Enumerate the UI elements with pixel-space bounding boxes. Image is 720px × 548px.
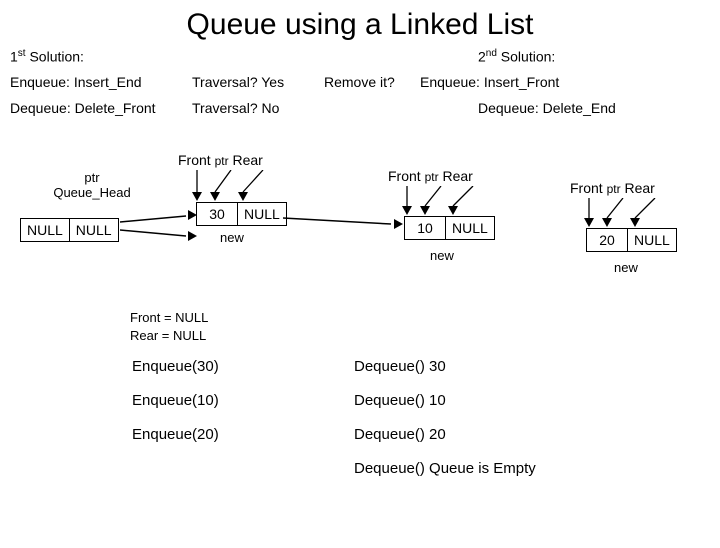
arrow-bottom xyxy=(120,226,196,244)
traversal-2: Traversal? No xyxy=(192,100,279,116)
dequeue-call-10: Dequeue() 10 xyxy=(354,392,446,409)
new-label-2: new xyxy=(430,248,454,263)
node-30: 30 NULL xyxy=(196,202,287,226)
arrowhead-ptr-1 xyxy=(210,192,220,201)
arrowhead-ptr-3 xyxy=(602,218,612,227)
pointer-lines-1 xyxy=(193,170,273,200)
queue-head-label: ptr Queue_Head xyxy=(42,170,142,200)
arrowhead-rear-1 xyxy=(238,192,248,201)
dequeue-call-20: Dequeue() 20 xyxy=(354,426,446,443)
node-30-val: 30 xyxy=(197,203,238,225)
dequeue-call-empty: Dequeue() Queue is Empty xyxy=(354,460,536,477)
dequeue-2: Dequeue: Delete_End xyxy=(478,100,616,116)
node-10-val: 10 xyxy=(405,217,446,239)
arrow-30-to-10 xyxy=(283,210,401,226)
dequeue-call-30: Dequeue() 30 xyxy=(354,358,446,375)
queue-head-rear-cell: NULL xyxy=(70,219,118,241)
queue-head-front-cell: NULL xyxy=(21,219,70,241)
solution-2-label: 2nd Solution: xyxy=(478,48,555,65)
arrowhead-ptr-2 xyxy=(420,206,430,215)
front-ptr-rear-2: Front ptr Rear xyxy=(388,168,473,184)
traversal-1: Traversal? Yes xyxy=(192,74,284,90)
arrowhead-bottom xyxy=(188,231,197,241)
arrowhead-rear-3 xyxy=(630,218,640,227)
enqueue-call-10: Enqueue(10) xyxy=(132,392,219,409)
solution-1-label: 1st Solution: xyxy=(10,48,84,65)
node-30-next: NULL xyxy=(238,203,286,225)
queue-head-node: NULL NULL xyxy=(20,218,119,242)
remove-it: Remove it? xyxy=(324,74,395,90)
enqueue-call-30: Enqueue(30) xyxy=(132,358,219,375)
enqueue-2: Enqueue: Insert_Front xyxy=(420,74,559,90)
arrowhead-front-3 xyxy=(584,218,594,227)
init-rear: Rear = NULL xyxy=(130,328,206,343)
enqueue-call-20: Enqueue(20) xyxy=(132,426,219,443)
node-20-val: 20 xyxy=(587,229,628,251)
pointer-lines-3 xyxy=(585,198,665,224)
enqueue-1: Enqueue: Insert_End xyxy=(10,74,142,90)
arrowhead-30-to-10 xyxy=(394,219,403,229)
init-front: Front = NULL xyxy=(130,310,208,325)
front-ptr-rear-3: Front ptr Rear xyxy=(570,180,655,196)
pointer-lines-2 xyxy=(403,186,483,212)
new-label-3: new xyxy=(614,260,638,275)
arrow-top xyxy=(120,208,196,226)
dequeue-1: Dequeue: Delete_Front xyxy=(10,100,156,116)
node-20-next: NULL xyxy=(628,229,676,251)
arrowhead-rear-2 xyxy=(448,206,458,215)
arrowhead-front-1 xyxy=(192,192,202,201)
new-label-1: new xyxy=(220,230,244,245)
node-10: 10 NULL xyxy=(404,216,495,240)
arrowhead-front-2 xyxy=(402,206,412,215)
front-ptr-rear-1: Front ptr Rear xyxy=(178,152,263,168)
node-10-next: NULL xyxy=(446,217,494,239)
page-title: Queue using a Linked List xyxy=(0,8,720,42)
node-20: 20 NULL xyxy=(586,228,677,252)
